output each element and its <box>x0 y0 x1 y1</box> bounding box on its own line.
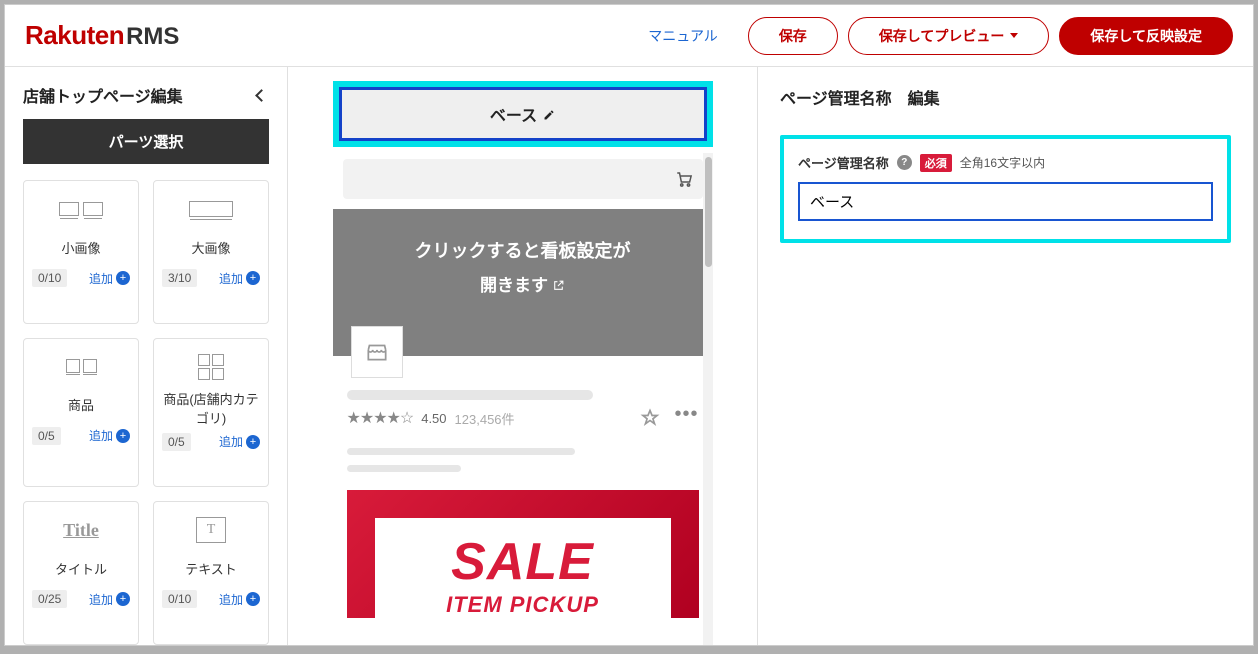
caret-down-icon <box>1010 33 1018 38</box>
part-count: 0/5 <box>162 433 191 451</box>
required-badge: 必須 <box>920 154 952 172</box>
main: 店舗トップページ編集 パーツ選択 小画像 0/10 追加+ <box>5 67 1253 645</box>
preview-search-bar[interactable] <box>343 159 703 199</box>
part-label: 大画像 <box>191 231 230 263</box>
header: Rakuten RMS マニュアル 保存 保存してプレビュー 保存して反映設定 <box>5 5 1253 67</box>
plus-icon: + <box>246 435 260 449</box>
plus-icon: + <box>246 271 260 285</box>
sidebar: 店舗トップページ編集 パーツ選択 小画像 0/10 追加+ <box>5 67 288 645</box>
title-icon: Title <box>32 512 130 548</box>
part-count: 0/5 <box>32 427 61 445</box>
part-count: 3/10 <box>162 269 197 287</box>
preview-banner[interactable]: クリックすると看板設定が 開きます <box>333 209 713 356</box>
base-button-label: ベース <box>490 102 537 126</box>
logo-rakuten: Rakuten <box>25 20 124 51</box>
right-panel: ページ管理名称 編集 ページ管理名称 ? 必須 全角16文字以内 <box>757 67 1253 645</box>
part-card-large-image: 大画像 3/10 追加+ <box>153 180 269 324</box>
sale-banner: SALE ITEM PICKUP <box>347 490 699 618</box>
right-panel-title: ページ管理名称 編集 <box>780 85 1231 109</box>
item-icon <box>32 349 130 385</box>
item-category-icon <box>162 349 260 385</box>
part-card-title: Title タイトル 0/25 追加+ <box>23 501 139 645</box>
part-count: 0/25 <box>32 590 67 608</box>
part-label: 小画像 <box>61 231 100 263</box>
part-add-button[interactable]: 追加+ <box>89 427 130 444</box>
part-label: 商品 <box>68 389 94 421</box>
pencil-icon <box>543 108 555 120</box>
banner-text-1: クリックすると看板設定が <box>353 237 693 263</box>
part-add-button[interactable]: 追加+ <box>219 433 260 450</box>
banner-text-2: 開きます <box>480 271 548 296</box>
plus-icon: + <box>116 429 130 443</box>
preview-pane: ベース クリックすると看板設定が 開きます <box>288 67 757 645</box>
text-icon: T <box>162 512 260 548</box>
large-image-icon <box>162 191 260 227</box>
rating-value: 4.50 <box>421 411 446 426</box>
skeleton-line <box>347 448 575 455</box>
save-apply-button[interactable]: 保存して反映設定 <box>1059 17 1233 55</box>
part-add-button[interactable]: 追加+ <box>219 270 260 287</box>
page-name-field-highlight: ページ管理名称 ? 必須 全角16文字以内 <box>780 135 1231 243</box>
base-button-highlight: ベース <box>333 81 713 147</box>
sale-sub: ITEM PICKUP <box>385 592 661 618</box>
part-card-small-image: 小画像 0/10 追加+ <box>23 180 139 324</box>
parts-select-button[interactable]: パーツ選択 <box>23 119 269 164</box>
part-card-text: T テキスト 0/10 追加+ <box>153 501 269 645</box>
part-count: 0/10 <box>162 590 197 608</box>
plus-icon: + <box>116 271 130 285</box>
mobile-preview: クリックすると看板設定が 開きます ★★★★☆ 4. <box>333 153 713 645</box>
part-add-button[interactable]: 追加+ <box>89 270 130 287</box>
field-label: ページ管理名称 <box>798 153 889 172</box>
plus-icon: + <box>246 592 260 606</box>
scrollbar-thumb[interactable] <box>705 157 712 267</box>
stars-icon: ★★★★☆ <box>347 408 414 428</box>
cart-icon <box>675 170 693 188</box>
favorite-icon[interactable] <box>640 408 660 428</box>
part-count: 0/10 <box>32 269 67 287</box>
base-button[interactable]: ベース <box>339 87 707 141</box>
app-window: Rakuten RMS マニュアル 保存 保存してプレビュー 保存して反映設定 … <box>4 4 1254 646</box>
sale-heading: SALE <box>385 536 661 588</box>
part-card-item: 商品 0/5 追加+ <box>23 338 139 488</box>
chevron-left-icon <box>255 89 268 102</box>
scrollbar-track[interactable] <box>703 153 713 645</box>
logo: Rakuten RMS <box>25 20 179 51</box>
skeleton-line <box>347 465 461 472</box>
sidebar-title: 店舗トップページ編集 <box>23 83 249 107</box>
field-hint: 全角16文字以内 <box>960 154 1045 171</box>
manual-link[interactable]: マニュアル <box>648 26 718 46</box>
skeleton-line <box>347 390 593 400</box>
part-label: 商品(店舗内カテゴリ) <box>162 389 260 427</box>
rating-count: 123,456件 <box>455 409 515 428</box>
part-label: タイトル <box>55 552 107 584</box>
part-add-button[interactable]: 追加+ <box>219 591 260 608</box>
plus-icon: + <box>116 592 130 606</box>
part-add-button[interactable]: 追加+ <box>89 591 130 608</box>
store-badge <box>351 326 403 378</box>
save-preview-label: 保存してプレビュー <box>879 26 1005 46</box>
part-card-item-category: 商品(店舗内カテゴリ) 0/5 追加+ <box>153 338 269 488</box>
external-link-icon <box>552 277 565 290</box>
logo-rms: RMS <box>126 23 179 51</box>
small-image-icon <box>32 191 130 227</box>
collapse-sidebar-button[interactable] <box>249 83 273 107</box>
save-button[interactable]: 保存 <box>748 17 838 55</box>
part-label: テキスト <box>185 552 237 584</box>
save-preview-button[interactable]: 保存してプレビュー <box>848 17 1050 55</box>
parts-grid: 小画像 0/10 追加+ 大画像 3/10 追加+ <box>5 180 287 645</box>
page-name-input[interactable] <box>798 182 1213 221</box>
help-icon[interactable]: ? <box>897 155 912 170</box>
